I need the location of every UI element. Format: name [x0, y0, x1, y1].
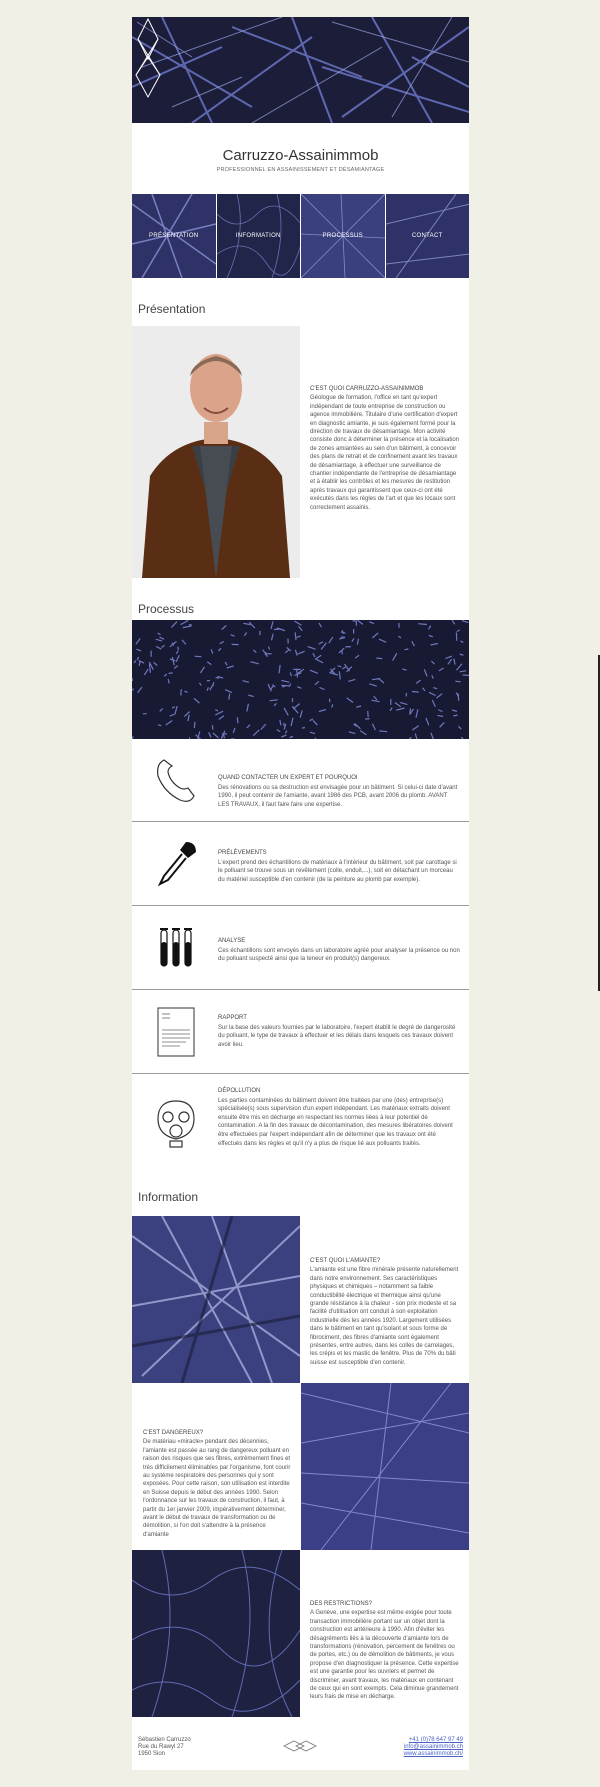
presentation-body: Géologue de formation, l'office en tant …	[310, 395, 460, 511]
footer-city: 1950 Sion	[138, 1751, 166, 1757]
process-step: QUAND CONTACTER UN EXPERT ET POURQUOI De…	[132, 739, 469, 822]
nav-label: PROCESSUS	[322, 233, 363, 239]
portrait-photo	[132, 326, 300, 578]
section-title-information: Information	[138, 1190, 199, 1204]
footer-contact: +41 (0)78 647 97 49 info@assainimmob.ch …	[404, 1737, 463, 1758]
hero-fibers-image	[132, 17, 469, 123]
info-body: De matériau «miracle» pendant des décenn…	[143, 1439, 291, 1538]
process-step: DÉPOLLUTION Les parties contaminées du b…	[132, 1075, 469, 1175]
nav-label: INFORMATION	[235, 233, 281, 239]
nav-item-processus[interactable]: PROCESSUS	[301, 194, 385, 278]
process-step: ANALYSE Ces échantillons sont envoyés da…	[132, 907, 469, 990]
portrait-image	[132, 326, 300, 578]
gas-mask-icon	[157, 1100, 195, 1148]
fibers-image	[132, 1550, 300, 1717]
step-text: ANALYSE Ces échantillons sont envoyés da…	[218, 937, 460, 964]
step-heading: RAPPORT	[218, 1015, 247, 1021]
step-heading: ANALYSE	[218, 938, 246, 944]
site-title: Carruzzo-Assainimmob	[222, 147, 379, 164]
fibers-banner-image	[132, 620, 469, 739]
footer-address: Sébastien Carruzzo Rue du Rawyl 27 1950 …	[138, 1737, 191, 1758]
step-body: L'expert prend des échantillons de matér…	[218, 859, 457, 883]
nav-label: CONTACT	[411, 233, 443, 239]
footer-name: Sébastien Carruzzo	[138, 1737, 191, 1743]
nav-item-presentation[interactable]: PRÉSENTATION	[132, 194, 216, 278]
step-body: Des rénovations ou sa destruction est en…	[218, 784, 458, 808]
report-icon	[157, 1007, 195, 1057]
brand-logo-icon	[135, 17, 161, 99]
process-step: PRÉLÈVEMENTS L'expert prend des échantil…	[132, 823, 469, 906]
step-heading: PRÉLÈVEMENTS	[218, 850, 267, 856]
step-text: RAPPORT Sur la base des valeurs fournies…	[218, 1014, 460, 1049]
section-title-processus: Processus	[138, 602, 195, 616]
nav-item-contact[interactable]: CONTACT	[385, 194, 469, 278]
brand-header: Carruzzo-Assainimmob PROFESSIONNEL EN AS…	[132, 147, 469, 173]
asbestos-image-3	[132, 1550, 300, 1717]
site-subtitle: PROFESSIONNEL EN ASSAINISSEMENT ET DÉSAM…	[216, 167, 385, 173]
test-tubes-icon	[160, 928, 192, 967]
footer-logo-icon	[283, 1740, 317, 1752]
step-body: Sur la base des valeurs fournies par le …	[218, 1024, 456, 1048]
phone-icon	[157, 759, 195, 802]
fibers-image	[132, 1216, 300, 1383]
hero-banner	[132, 17, 469, 123]
info-text-3: DES RESTRICTIONS? A Genève, une expertis…	[310, 1600, 460, 1702]
fibers-image	[301, 1383, 469, 1550]
section-title-presentation: Présentation	[138, 302, 206, 316]
info-heading: C'EST DANGEREUX?	[143, 1430, 204, 1436]
step-text: QUAND CONTACTER UN EXPERT ET POURQUOI De…	[218, 774, 460, 809]
footer-email-link[interactable]: info@assainimmob.ch	[404, 1744, 463, 1751]
process-step: RAPPORT Sur la base des valeurs fournies…	[132, 991, 469, 1074]
page-container: Carruzzo-Assainimmob PROFESSIONNEL EN AS…	[132, 17, 469, 1770]
pipette-icon	[157, 842, 196, 887]
footer-web-link[interactable]: www.assainimmob.ch/	[404, 1751, 463, 1758]
step-text: PRÉLÈVEMENTS L'expert prend des échantil…	[218, 849, 460, 884]
info-body: L'amiante est une fibre minérale présent…	[310, 1267, 459, 1366]
presentation-text: C'EST QUOI CARRUZZO-ASSAINIMMOB Géologue…	[310, 385, 460, 512]
footer-street: Rue du Rawyl 27	[138, 1744, 184, 1750]
step-text: DÉPOLLUTION Les parties contaminées du b…	[218, 1087, 460, 1148]
processus-banner	[132, 620, 469, 739]
footer-phone-link[interactable]: +41 (0)78 647 97 49	[404, 1737, 463, 1744]
footer: Sébastien Carruzzo Rue du Rawyl 27 1950 …	[132, 1732, 469, 1770]
info-heading: DES RESTRICTIONS?	[310, 1601, 373, 1607]
nav-label: PRÉSENTATION	[149, 233, 199, 239]
asbestos-image-2	[301, 1383, 469, 1550]
info-heading: C'EST QUOI L'AMIANTE?	[310, 1258, 381, 1264]
presentation-heading: C'EST QUOI CARRUZZO-ASSAINIMMOB	[310, 386, 424, 392]
step-heading: DÉPOLLUTION	[218, 1088, 261, 1094]
nav-item-information[interactable]: INFORMATION	[216, 194, 300, 278]
info-body: A Genève, une expertise est même exigée …	[310, 1610, 459, 1701]
main-nav: PRÉSENTATION INFORMATION PROCESSUS CONTA…	[132, 194, 469, 278]
asbestos-image-1	[132, 1216, 300, 1383]
info-text-1: C'EST QUOI L'AMIANTE? L'amiante est une …	[310, 1257, 460, 1367]
step-body: Les parties contaminées du bâtiment doiv…	[218, 1097, 453, 1147]
step-heading: QUAND CONTACTER UN EXPERT ET POURQUOI	[218, 775, 358, 781]
info-text-2: C'EST DANGEREUX? De matériau «miracle» p…	[143, 1429, 293, 1539]
step-body: Ces échantillons sont envoyés dans un la…	[218, 947, 460, 963]
